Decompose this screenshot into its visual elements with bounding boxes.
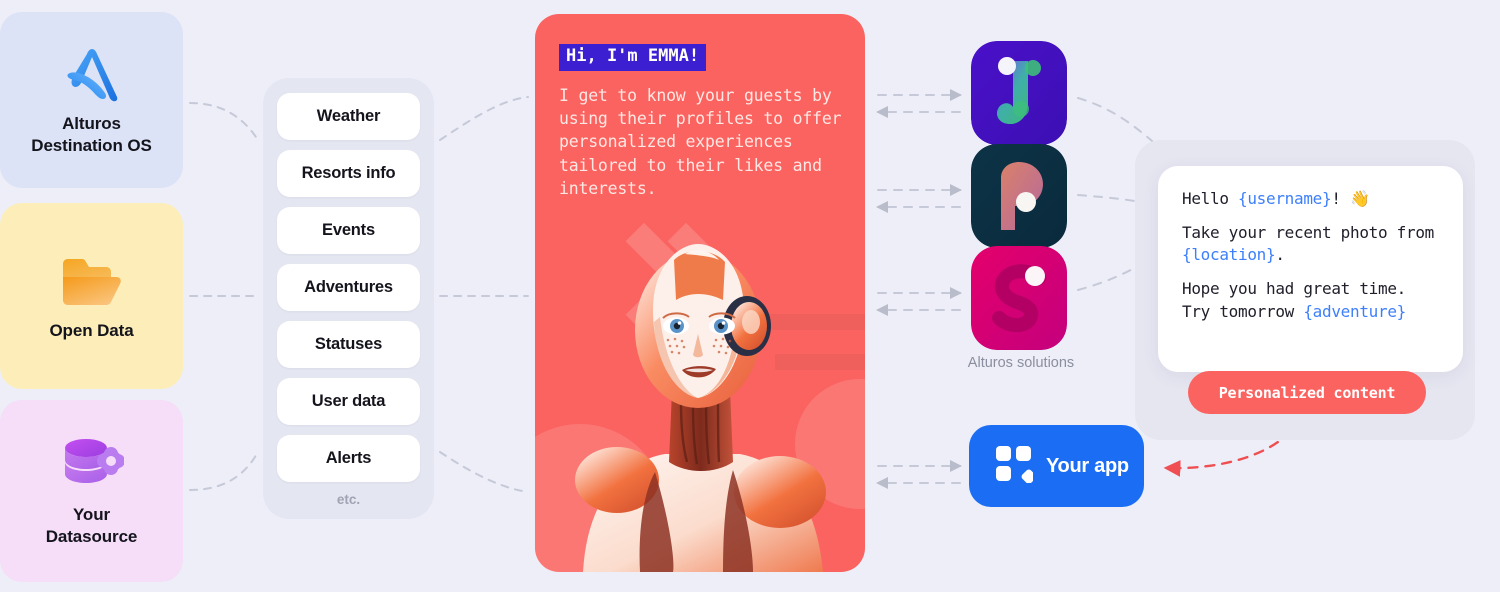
source-card-your-datasource[interactable]: Your Datasource — [0, 400, 183, 582]
emma-text-block: Hi, I'm EMMA! I get to know your guests … — [535, 14, 865, 201]
alturos-j-app-logo[interactable] — [971, 41, 1067, 145]
chat-line-photo: Take your recent photo from {location}. — [1182, 222, 1434, 265]
source-card-label: Your Datasource — [45, 505, 138, 546]
humanoid-robot-illustration — [575, 244, 826, 572]
source-card-label: Open Data — [49, 321, 134, 341]
list-item-events[interactable]: Events — [277, 207, 420, 254]
emma-body-text: I get to know your guests by using their… — [559, 85, 842, 199]
list-item-adventures[interactable]: Adventures — [277, 264, 420, 311]
token-location: {location} — [1182, 245, 1276, 265]
list-footer-etc: etc. — [336, 492, 361, 507]
chat-line-adventure: Hope you had great time. Try tomorrow {a… — [1182, 279, 1406, 321]
token-adventure: {adventure} — [1303, 301, 1406, 321]
data-categories-panel: Weather Resorts info Events Adventures S… — [263, 78, 434, 519]
app-grid-icon — [995, 445, 1037, 488]
emma-title: Hi, I'm EMMA! — [559, 44, 707, 71]
source-card-alturos-destination-os[interactable]: Alturos Destination OS — [0, 12, 183, 188]
emma-assistant-panel: Hi, I'm EMMA! I get to know your guests … — [535, 14, 865, 572]
your-app-button[interactable]: Your app — [969, 425, 1144, 507]
diagram-canvas: Alturos Destination OS Open Data Your Da… — [0, 0, 1500, 592]
token-username: {username} — [1238, 189, 1332, 208]
alturos-p-app-logo[interactable] — [971, 144, 1067, 248]
personalized-message-bubble: Hello {username}! 👋 Take your recent pho… — [1158, 166, 1463, 372]
source-card-label: Alturos Destination OS — [31, 114, 152, 155]
database-gear-icon — [60, 434, 124, 496]
alturos-solutions-label: Alturos solutions — [967, 355, 1075, 371]
personalized-content-badge: Personalized content — [1188, 371, 1426, 414]
list-item-statuses[interactable]: Statuses — [277, 321, 420, 368]
source-card-open-data[interactable]: Open Data — [0, 203, 183, 389]
alturos-a-logo-icon — [61, 43, 123, 105]
your-app-label: Your app — [1046, 454, 1129, 477]
folder-icon — [59, 250, 125, 312]
list-item-weather[interactable]: Weather — [277, 93, 420, 140]
list-item-alerts[interactable]: Alerts — [277, 435, 420, 482]
list-item-resorts-info[interactable]: Resorts info — [277, 150, 420, 197]
chat-line-greeting: Hello {username}! 👋 — [1182, 189, 1370, 208]
list-item-user-data[interactable]: User data — [277, 378, 420, 425]
alturos-s-app-logo[interactable] — [971, 246, 1067, 350]
